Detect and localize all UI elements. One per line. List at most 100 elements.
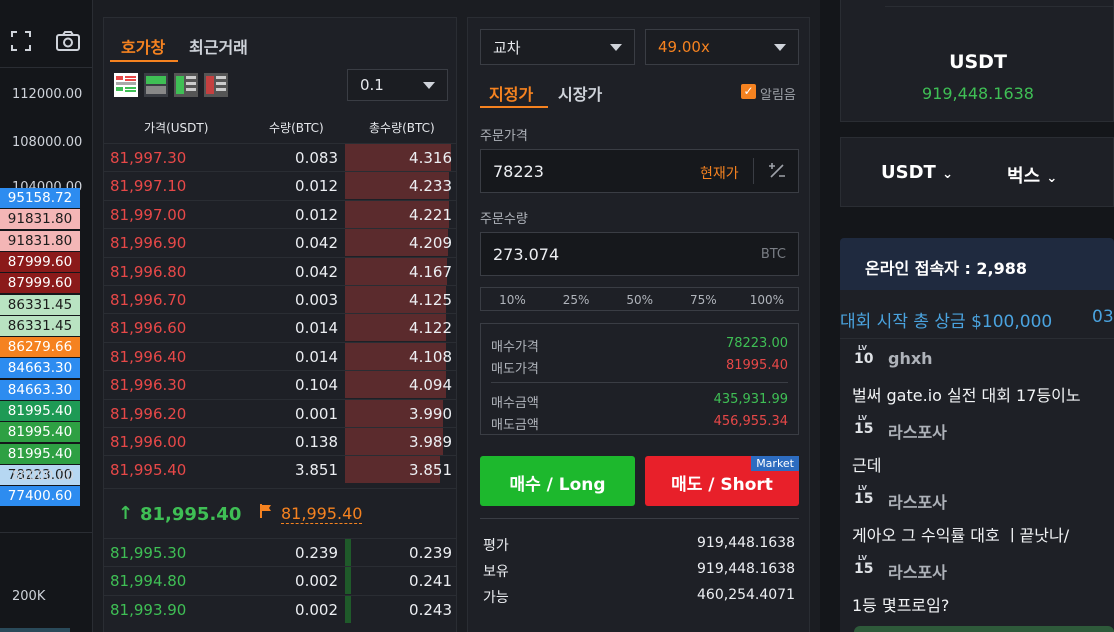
chat-username[interactable]: 라스포사: [888, 489, 947, 513]
percent-button[interactable]: 25%: [545, 288, 608, 312]
ask-row[interactable]: 81,996.70 0.003 4.125: [104, 285, 456, 313]
chart-toolbar: [0, 0, 93, 68]
chat-marquee: 대회 시작 총 상금 $100,000: [840, 312, 1053, 332]
percent-button[interactable]: 50%: [608, 288, 671, 312]
bid-price: 81,994.80: [110, 572, 187, 591]
percent-button[interactable]: 10%: [481, 288, 544, 312]
level-badge-number: 10: [854, 351, 874, 367]
buy-long-button[interactable]: 매수 / Long: [480, 456, 635, 506]
ask-price: 81,996.60: [110, 319, 187, 338]
bid-row[interactable]: 81,995.30 0.239 0.239: [104, 538, 456, 566]
ask-qty: 3.851: [295, 461, 338, 480]
chevron-down-icon: [774, 44, 786, 51]
buy-label: 매수 / Long: [509, 475, 606, 495]
notify-label: 알림음: [760, 88, 796, 103]
summary-value: 435,931.99: [713, 392, 788, 407]
summary-value: 456,955.34: [713, 414, 788, 429]
price-value: 78223: [493, 162, 544, 181]
qty-label: 주문수량: [480, 212, 528, 227]
price-tag: 77400.60: [0, 486, 80, 507]
order-summary: 매수가격 78223.00 매도가격 81995.40 매수금액 435,931.99 매도…: [480, 323, 799, 435]
qty-value: 273.074: [493, 245, 560, 264]
tab-limit[interactable]: 지정가: [489, 81, 533, 105]
ask-qty: 0.014: [295, 319, 338, 338]
tab-market[interactable]: 시장가: [558, 81, 602, 105]
ask-total: 4.108: [409, 347, 452, 366]
precision-select[interactable]: 0.1: [347, 69, 448, 101]
ask-row[interactable]: 81,997.30 0.083 4.316: [104, 143, 456, 171]
ask-row[interactable]: 81,996.40 0.014 4.108: [104, 341, 456, 370]
tab-underline: [480, 106, 548, 108]
sell-short-button[interactable]: 매도 / Short Market: [645, 456, 799, 506]
current-price-button[interactable]: 현재가: [700, 163, 739, 183]
currency-select[interactable]: USDT ⌄: [881, 162, 953, 183]
ask-price: 81,997.00: [110, 205, 187, 224]
online-users-label: 온라인 접속자 : 2,988: [865, 259, 1028, 278]
bid-qty: 0.239: [295, 544, 338, 562]
level-badge-icon: LV 15: [854, 414, 880, 437]
ask-row[interactable]: 81,996.80 0.042 4.167: [104, 256, 456, 285]
layout-bids-icon[interactable]: [174, 73, 198, 97]
percent-button[interactable]: 100%: [735, 288, 798, 312]
bid-row[interactable]: 81,994.80 0.002 0.241: [104, 566, 456, 595]
ask-price: 81,997.10: [110, 177, 187, 196]
tab-recent-trades[interactable]: 최근거래: [189, 34, 248, 58]
level-badge-caption: LV: [858, 484, 867, 492]
balance-value: 460,254.4071: [697, 587, 795, 603]
ask-row[interactable]: 81,995.40 3.851 3.851: [104, 455, 456, 484]
ask-total: 3.990: [409, 404, 452, 423]
level-badge-caption: LV: [858, 414, 867, 422]
ask-total: 4.316: [409, 149, 452, 167]
price-tag: 81995.40: [0, 401, 80, 421]
level-badge-icon: LV 15: [854, 554, 880, 577]
chat-username[interactable]: 라스포사: [888, 419, 947, 443]
balance-label: 가능: [483, 590, 509, 606]
box-select[interactable]: 벅스 ⌄: [1007, 162, 1057, 188]
plus-minus-icon[interactable]: [768, 162, 786, 180]
ask-row[interactable]: 81,997.00 0.012 4.221: [104, 199, 456, 228]
summary-label: 매도금액: [491, 418, 539, 433]
bid-qty: 0.002: [295, 600, 338, 619]
layout-grid-icon[interactable]: [144, 73, 168, 97]
price-input[interactable]: 78223 현재가: [480, 149, 799, 193]
layout-asks-icon[interactable]: [204, 73, 228, 97]
bid-total: 0.243: [409, 600, 452, 619]
qty-input[interactable]: 273.074 BTC: [480, 232, 799, 276]
chat-message: 게아오 그 수익률 대호 ㅣ끝낫나/: [852, 526, 1070, 545]
price-tag: 86331.45: [0, 294, 80, 315]
ask-row[interactable]: 81,996.30 0.104 4.094: [104, 370, 456, 399]
margin-mode-select[interactable]: 교차: [480, 29, 635, 65]
layout-both-icon[interactable]: [114, 73, 138, 97]
ask-row[interactable]: 81,996.20 0.001 3.990: [104, 398, 456, 427]
ask-qty: 0.138: [295, 433, 338, 451]
tab-orderbook[interactable]: 호가창: [121, 34, 165, 58]
chat-username[interactable]: 라스포사: [888, 559, 947, 583]
bid-qty: 0.002: [295, 572, 338, 591]
axis-tick: 112000.00: [12, 87, 83, 102]
ask-qty: 0.083: [295, 149, 338, 167]
ask-row[interactable]: 81,996.00 0.138 3.989: [104, 427, 456, 455]
bid-row[interactable]: 81,993.90 0.002 0.243: [104, 594, 456, 623]
percent-button[interactable]: 75%: [672, 288, 735, 312]
ask-row[interactable]: 81,997.10 0.012 4.233: [104, 171, 456, 200]
notify-checkbox[interactable]: ✓: [741, 84, 756, 99]
asset-name: USDT: [949, 51, 1007, 73]
orderbook-panel: 호가창 최근거래 0.1 가격(USDT) 수량(BTC) 총수량(BTC) 8…: [103, 17, 457, 632]
fullscreen-icon[interactable]: [10, 30, 34, 52]
balance-value: 919,448.1638: [697, 561, 795, 577]
ask-price: 81,997.30: [110, 149, 187, 167]
margin-mode-value: 교차: [493, 38, 521, 57]
level-badge-number: 15: [854, 491, 874, 507]
leverage-select[interactable]: 49.00x: [645, 29, 799, 65]
ask-total: 3.989: [409, 433, 452, 451]
balance-value: 919,448.1638: [697, 535, 795, 551]
ask-row[interactable]: 81,996.60 0.014 4.122: [104, 313, 456, 342]
last-price-row: ↑ 81,995.40 81,995.40: [104, 488, 456, 538]
chat-username[interactable]: ghxh: [888, 349, 933, 368]
camera-icon[interactable]: [55, 30, 80, 52]
asset-balance: 919,448.1638: [922, 84, 1034, 103]
level-badge-caption: LV: [858, 344, 867, 352]
ask-row[interactable]: 81,996.90 0.042 4.209: [104, 228, 456, 257]
axis-tick: 80000.00: [12, 469, 75, 484]
level-badge-icon: LV 15: [854, 484, 880, 507]
